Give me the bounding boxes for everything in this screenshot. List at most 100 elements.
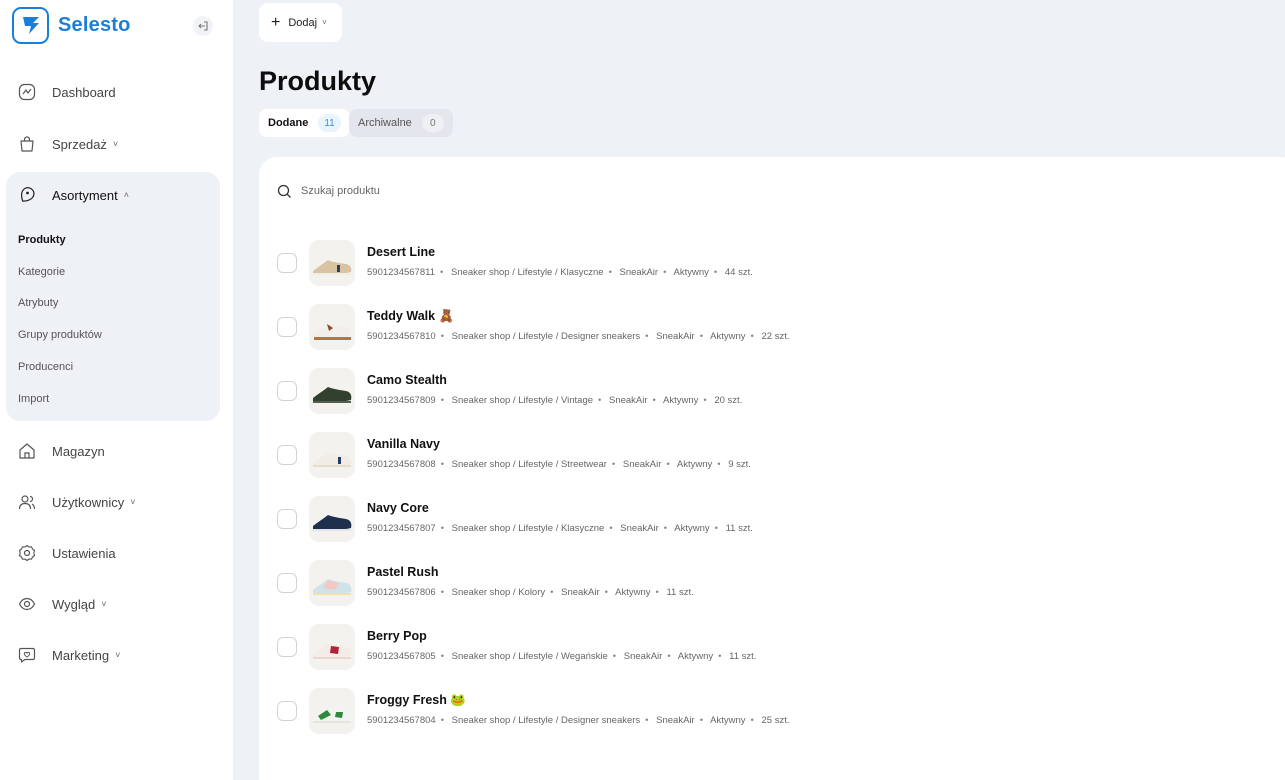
product-row[interactable]: Teddy Walk 🧸 5901234567810 • Sneaker shop… — [277, 302, 1177, 354]
subnav-item-grupy-produktow[interactable]: Grupy produktów — [18, 329, 102, 341]
product-stock: 22 szt. — [761, 331, 790, 342]
subnav-item-produkty[interactable]: Produkty — [18, 234, 66, 246]
product-name[interactable]: Berry Pop — [367, 629, 427, 643]
product-meta: 5901234567806 • Sneaker shop / Kolory • Sn… — [367, 587, 694, 598]
product-name[interactable]: Desert Line — [367, 245, 435, 259]
product-meta: 5901234567805 • Sneaker shop / Lifestyle … — [367, 651, 757, 662]
sidebar-item-ustawienia[interactable]: Ustawienia — [18, 541, 116, 565]
product-thumbnail[interactable] — [309, 368, 355, 414]
product-category: Sneaker shop / Lifestyle / Klasyczne — [451, 523, 605, 534]
product-category: Sneaker shop / Kolory — [451, 587, 546, 598]
product-brand: SneakAir — [623, 651, 663, 662]
row-checkbox[interactable] — [277, 509, 297, 529]
chevron-down-icon: ˅ — [112, 139, 119, 149]
product-row[interactable]: Camo Stealth 5901234567809 • Sneaker shop… — [277, 366, 1177, 418]
product-brand: SneakAir — [656, 331, 695, 342]
row-checkbox[interactable] — [277, 637, 297, 657]
product-thumbnail[interactable] — [309, 560, 355, 606]
chevron-down-icon: ˅ — [115, 650, 121, 660]
product-status: Aktywny — [710, 331, 746, 342]
sidebar-item-magazyn[interactable]: Magazyn — [18, 439, 105, 463]
product-row[interactable]: Berry Pop 5901234567805 • Sneaker shop / … — [277, 622, 1177, 674]
product-stock: 11 szt. — [729, 651, 757, 662]
product-thumbnail[interactable] — [309, 624, 355, 670]
subnav-item-import[interactable]: Import — [18, 393, 49, 405]
product-name[interactable]: Pastel Rush — [367, 565, 439, 579]
product-name[interactable]: Teddy Walk 🧸 — [367, 309, 454, 324]
chart-line-icon — [18, 83, 36, 101]
subnav-item-atrybuty[interactable]: Atrybuty — [18, 297, 58, 309]
product-meta: 5901234567804 • Sneaker shop / Lifestyle … — [367, 715, 790, 726]
product-category: Sneaker shop / Lifestyle / Streetwear — [451, 459, 607, 470]
sidebar-item-sprzedaz[interactable]: Sprzedaż ˅ — [18, 132, 118, 156]
product-stock: 11 szt. — [666, 587, 694, 598]
row-checkbox[interactable] — [277, 445, 297, 465]
product-row[interactable]: Pastel Rush 5901234567806 • Sneaker shop … — [277, 558, 1177, 610]
product-thumbnail[interactable] — [309, 240, 355, 286]
sidebar: Selesto Dashboard Sprzedaż ˅ Asortyment … — [0, 0, 233, 780]
selesto-logo-icon — [12, 6, 49, 44]
tab-dodane[interactable]: Dodane 11 — [259, 109, 350, 137]
sidebar-item-label: Magazyn — [52, 443, 105, 459]
product-stock: 20 szt. — [714, 395, 743, 406]
product-category: Sneaker shop / Lifestyle / Designer snea… — [451, 715, 641, 726]
product-status: Aktywny — [677, 651, 714, 662]
subnav-item-producenci[interactable]: Producenci — [18, 361, 73, 373]
product-brand: SneakAir — [561, 587, 600, 598]
row-checkbox[interactable] — [277, 381, 297, 401]
row-checkbox[interactable] — [277, 253, 297, 273]
add-button[interactable]: + Dodaj ˅ — [259, 3, 342, 42]
sidebar-item-marketing[interactable]: Marketing ˅ — [18, 643, 120, 667]
product-thumbnail[interactable] — [309, 432, 355, 478]
product-status: Aktywny — [663, 395, 699, 406]
tab-label: Archiwalne — [358, 117, 412, 129]
row-checkbox[interactable] — [277, 701, 297, 721]
product-row[interactable]: Froggy Fresh 🐸 5901234567804 • Sneaker sh… — [277, 686, 1177, 738]
product-name[interactable]: Froggy Fresh 🐸 — [367, 693, 466, 708]
product-status: Aktywny — [615, 587, 651, 598]
page-title: Produkty — [259, 66, 377, 96]
product-brand: SneakAir — [608, 395, 648, 406]
product-name[interactable]: Vanilla Navy — [367, 437, 440, 451]
search-bar[interactable] — [277, 181, 601, 201]
product-category: Sneaker shop / Lifestyle / Klasyczne — [450, 267, 604, 278]
product-row[interactable]: Navy Core 5901234567807 • Sneaker shop / … — [277, 494, 1177, 546]
chevron-down-icon: ˅ — [130, 497, 136, 507]
product-brand: SneakAir — [620, 523, 659, 534]
sidebar-item-label: Dashboard — [52, 84, 116, 100]
product-thumbnail[interactable] — [309, 496, 355, 542]
collapse-sidebar-button[interactable] — [193, 16, 213, 36]
subnav-item-kategorie[interactable]: Kategorie — [18, 266, 65, 278]
product-category: Sneaker shop / Lifestyle / Designer snea… — [451, 331, 641, 342]
logout-arrow-icon — [198, 21, 208, 31]
tab-count-badge: 11 — [318, 114, 341, 132]
product-status: Aktywny — [710, 715, 746, 726]
sidebar-item-label: Użytkownicy — [52, 494, 125, 510]
product-row[interactable]: Desert Line 5901234567811 • Sneaker shop … — [277, 238, 1177, 290]
row-checkbox[interactable] — [277, 317, 297, 337]
product-stock: 11 szt. — [725, 523, 753, 534]
row-checkbox[interactable] — [277, 573, 297, 593]
product-thumbnail[interactable] — [309, 688, 355, 734]
tab-archiwalne[interactable]: Archiwalne 0 — [349, 109, 453, 137]
users-icon — [18, 493, 36, 511]
brand[interactable]: Selesto — [12, 6, 131, 44]
brand-name: Selesto — [58, 13, 131, 36]
product-code: 5901234567805 — [367, 651, 436, 662]
product-status: Aktywny — [676, 459, 713, 470]
sidebar-item-wyglad[interactable]: Wygląd ˅ — [18, 592, 107, 616]
sidebar-item-dashboard[interactable]: Dashboard — [18, 80, 116, 104]
gear-icon — [18, 544, 36, 562]
search-input[interactable] — [301, 185, 601, 197]
chat-heart-icon — [18, 646, 36, 664]
product-name[interactable]: Navy Core — [367, 501, 429, 515]
sidebar-item-uzytkownicy[interactable]: Użytkownicy ˅ — [18, 490, 136, 514]
product-meta: 5901234567810 • Sneaker shop / Lifestyle … — [367, 331, 790, 342]
product-thumbnail[interactable] — [309, 304, 355, 350]
sidebar-item-asortyment[interactable]: Asortyment ˄ — [18, 183, 129, 207]
product-brand: SneakAir — [656, 715, 695, 726]
product-meta: 5901234567807 • Sneaker shop / Lifestyle … — [367, 523, 753, 534]
sidebar-item-label: Sprzedaż — [52, 136, 107, 152]
product-name[interactable]: Camo Stealth — [367, 373, 447, 387]
product-row[interactable]: Vanilla Navy 5901234567808 • Sneaker shop… — [277, 430, 1177, 482]
